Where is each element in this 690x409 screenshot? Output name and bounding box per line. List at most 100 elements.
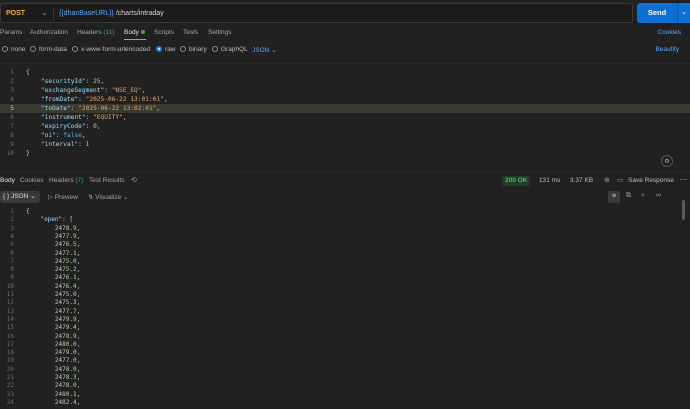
history-icon[interactable]: ⟲	[131, 176, 137, 184]
radio-urlencoded[interactable]: x-www-form-urlencoded	[72, 46, 150, 53]
radio-raw[interactable]: raw	[156, 46, 175, 53]
preview-label: Preview	[54, 194, 78, 201]
response-tab-body[interactable]: Body	[0, 177, 15, 184]
code-text: "instrument": "EQUITY",	[40, 114, 127, 121]
code-text: 2479.0,	[54, 349, 81, 357]
url-input[interactable]: {{dhanBaseURL}} /charts/intraday	[59, 10, 164, 17]
line-number: 8	[10, 132, 14, 139]
radio-binary[interactable]: binary	[180, 46, 207, 53]
code-line[interactable]: 2 "securityId": 25,	[0, 77, 690, 86]
line-number: 12	[6, 299, 14, 307]
code-text: 2476.4,	[54, 282, 81, 290]
tab-scripts[interactable]: Scripts	[154, 29, 174, 36]
radio-circle-icon	[212, 46, 218, 52]
code-text: "toDate": "2025-06-22 13:02:01",	[40, 105, 161, 112]
response-format-label: JSON	[10, 193, 29, 200]
code-text: 2475.3,	[54, 299, 81, 307]
method-select[interactable]: POST	[6, 10, 25, 17]
code-text: 2477.0,	[54, 357, 81, 365]
chevron-down-icon[interactable]: ⌄	[41, 8, 48, 17]
tab-headers[interactable]: Headers (11)	[77, 29, 114, 36]
line-number: 10	[6, 282, 14, 290]
tab-params[interactable]: Params	[0, 29, 22, 36]
code-text: 2480.0,	[54, 340, 81, 348]
url-divider	[53, 7, 54, 20]
more-options-icon[interactable]: ⋯	[679, 175, 687, 184]
response-headers-count: (7)	[75, 177, 84, 184]
code-line[interactable]: 8 "oi": false,	[0, 131, 690, 140]
request-tabs: Params Authorization Headers (11) Body S…	[0, 27, 690, 41]
radio-graphql[interactable]: GraphQL	[212, 46, 248, 53]
code-text: "expiryCode": 0,	[40, 123, 101, 130]
response-line: 20 2478.0,	[0, 366, 690, 374]
response-line: 5 2476.5,	[0, 241, 690, 249]
code-text: 2478.3,	[54, 374, 81, 381]
language-select[interactable]: JSON ⌄	[252, 46, 277, 54]
radio-circle-icon	[2, 46, 8, 52]
search-icon[interactable]: ⌕	[641, 192, 645, 200]
response-body[interactable]: 1{2 "open": [3 2478.9, 4 2477.9, 5 2476.5,…	[0, 206, 690, 409]
line-number: 18	[6, 349, 14, 357]
tab-authorization[interactable]: Authorization	[30, 29, 68, 36]
url-path: /charts/intraday	[113, 10, 164, 17]
code-text: 2478.9,	[54, 224, 81, 232]
radio-circle-icon	[30, 46, 36, 52]
response-line: 19 2477.0,	[0, 357, 690, 365]
line-number: 10	[6, 150, 14, 157]
response-format-select[interactable]: { } JSON ⌄	[0, 191, 40, 203]
visualize-button[interactable]: ↯ Visualize ⌄	[88, 193, 128, 201]
send-button[interactable]: Send	[637, 3, 677, 23]
beautify-button[interactable]: Beautify	[656, 46, 680, 53]
code-line[interactable]: 10}	[0, 149, 690, 158]
response-tab-cookies[interactable]: Cookies	[20, 177, 43, 184]
preview-button[interactable]: ▷ Preview	[48, 193, 78, 201]
chevron-down-icon: ⌄	[30, 193, 36, 200]
tab-body[interactable]: Body	[124, 29, 145, 36]
response-line: 15 2479.4,	[0, 324, 690, 332]
response-tab-headers[interactable]: Headers (7)	[49, 177, 83, 184]
response-line: 14 2479.9,	[0, 316, 690, 324]
code-text: "securityId": 25,	[40, 78, 105, 85]
url-variable: {{dhanBaseURL}}	[59, 10, 114, 17]
code-line[interactable]: 3 "exchangeSegment": "NSE_EQ",	[0, 86, 690, 95]
globe-icon[interactable]: ⊕	[604, 176, 610, 184]
response-size: 3.37 KB	[570, 177, 594, 184]
code-text: 2476.5,	[54, 241, 81, 249]
code-line[interactable]: 9 "interval": 1	[0, 140, 690, 149]
cookies-link[interactable]: Cookies	[658, 29, 681, 36]
code-text: }	[26, 150, 30, 157]
code-line[interactable]: 7 "expiryCode": 0,	[0, 122, 690, 131]
url-box[interactable]: POST ⌄ {{dhanBaseURL}} /charts/intraday	[0, 3, 633, 23]
editor-settings-icon[interactable]: ⚙	[661, 155, 673, 167]
body-type-row: none form-data x-www-form-urlencoded raw…	[0, 45, 690, 57]
radio-form-data[interactable]: form-data	[30, 46, 67, 53]
code-text: 2477.7,	[54, 307, 81, 315]
response-line: 13 2477.7,	[0, 308, 690, 316]
tab-settings[interactable]: Settings	[208, 29, 232, 36]
response-line: 22 2478.0,	[0, 382, 690, 390]
response-line: 17 2480.0,	[0, 341, 690, 349]
line-number: 22	[6, 382, 14, 390]
response-tab-test-results[interactable]: Test Results	[89, 177, 124, 184]
code-text: 2477.9,	[54, 232, 81, 240]
radio-form-data-label: form-data	[39, 46, 67, 53]
radio-raw-label: raw	[165, 46, 176, 53]
request-body-editor[interactable]: 1{2 "securityId": 25, 3 "exchangeSegment"…	[0, 63, 690, 169]
link-icon[interactable]: ∞	[656, 192, 661, 199]
code-line[interactable]: 6 "instrument": "EQUITY",	[0, 113, 690, 122]
tab-tests[interactable]: Tests	[183, 29, 198, 36]
response-line: 21 2478.3,	[0, 374, 690, 382]
line-number: 9	[10, 141, 14, 148]
radio-none[interactable]: none	[2, 46, 25, 53]
code-line[interactable]: 1{	[0, 68, 690, 77]
save-response-button[interactable]: Save Response	[628, 177, 674, 184]
send-options-chevron-icon[interactable]: ⌄	[677, 3, 690, 23]
filter-icon[interactable]: ≡	[608, 191, 620, 203]
save-icon[interactable]: ▭	[617, 176, 624, 184]
code-text: 2478.0,	[54, 365, 81, 373]
radio-binary-label: binary	[189, 46, 207, 53]
copy-icon[interactable]: ⧉	[626, 192, 631, 200]
line-number: 17	[6, 340, 14, 348]
code-line[interactable]: 5 "toDate": "2025-06-22 13:02:01",	[0, 104, 690, 113]
code-line[interactable]: 4 "fromDate": "2025-06-22 13:01:01",	[0, 95, 690, 104]
